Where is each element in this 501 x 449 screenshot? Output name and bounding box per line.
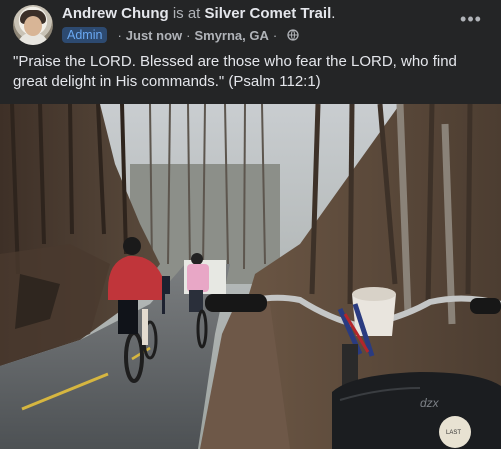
- more-options-icon[interactable]: •••: [460, 10, 482, 32]
- author-avatar[interactable]: [13, 5, 53, 45]
- meta-separator: ·: [117, 27, 122, 43]
- meta-separator: ·: [186, 27, 191, 43]
- bag-logo-text: dzx: [420, 396, 440, 410]
- post-photo[interactable]: dzx LAST: [0, 104, 501, 449]
- post-meta: Admin · Just now · Smyrna, GA ·: [62, 26, 299, 44]
- post-location[interactable]: Smyrna, GA: [194, 28, 268, 43]
- post-title-line: Andrew Chung is at Silver Comet Trail.: [62, 5, 335, 23]
- at-text: is at: [168, 5, 205, 22]
- post-caption: "Praise the LORD. Blessed are those who …: [13, 53, 457, 90]
- title-period: .: [331, 5, 336, 22]
- post-timestamp[interactable]: Just now: [126, 28, 182, 43]
- bag-sticker-text: LAST: [446, 430, 461, 436]
- post-header: Andrew Chung is at Silver Comet Trail. A…: [0, 0, 501, 50]
- author-name[interactable]: Andrew Chung: [62, 5, 169, 22]
- meta-separator: ·: [272, 27, 278, 43]
- place-link[interactable]: Silver Comet Trail: [205, 5, 332, 22]
- globe-icon[interactable]: [287, 29, 299, 41]
- admin-badge: Admin: [62, 27, 108, 43]
